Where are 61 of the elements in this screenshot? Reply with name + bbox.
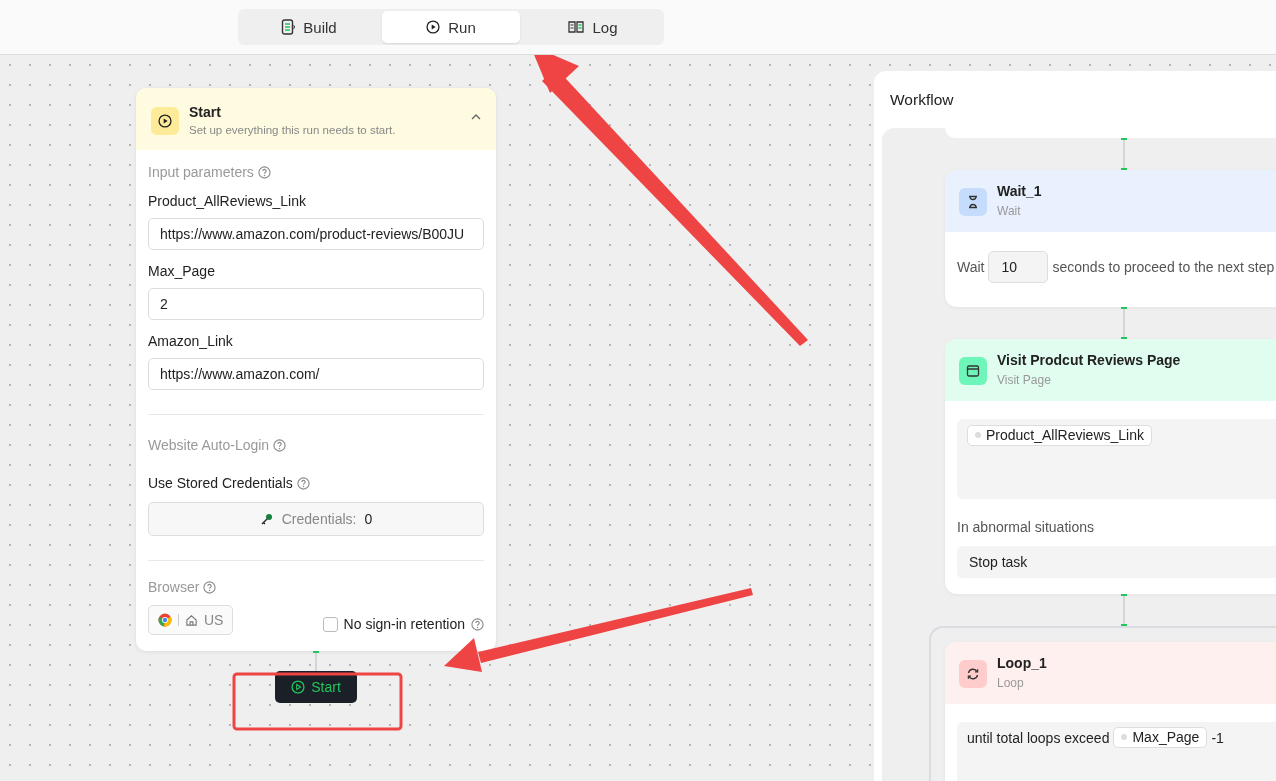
wait-label: Wait xyxy=(957,259,985,275)
variable-chip: Max_Page xyxy=(1113,727,1208,748)
node-type: Wait xyxy=(997,204,1022,218)
node-title: Visit Prodcut Reviews Page xyxy=(997,352,1181,368)
checkbox-label: No sign-in retention xyxy=(343,616,465,632)
section-label: Browser xyxy=(148,579,200,595)
refresh-icon xyxy=(966,667,980,681)
credentials-button[interactable]: Credentials: 0 xyxy=(148,502,484,536)
condition-text: -1 xyxy=(1211,730,1224,746)
parameter-label: Product_AllReviews_Link xyxy=(148,193,307,209)
node-type: Loop xyxy=(997,676,1025,690)
browser-logo-icon xyxy=(158,613,172,627)
input-field[interactable]: 2 xyxy=(148,288,484,320)
play-icon xyxy=(158,114,172,128)
wait-suffix: seconds to proceed to the next step xyxy=(1052,259,1275,275)
url-field[interactable]: Product_AllReviews_Link xyxy=(957,419,1276,499)
checkbox[interactable] xyxy=(322,616,338,632)
help-icon[interactable] xyxy=(257,165,271,179)
workflow-node[interactable]: Visit Prodcut Reviews Page Visit Page Product_AllReviews_Link In abnormal situations Stop task xyxy=(945,339,1276,594)
play-icon xyxy=(291,680,306,694)
card-title: Start xyxy=(189,104,222,120)
help-icon[interactable] xyxy=(471,617,484,631)
parameter-label: Amazon_Link xyxy=(148,333,234,349)
hourglass-icon xyxy=(966,195,980,209)
loop-condition-field[interactable]: until total loops exceed Max_Page -1 xyxy=(957,722,1276,781)
play-icon xyxy=(426,20,441,34)
node-title: Wait_1 xyxy=(997,183,1042,199)
key-icon xyxy=(259,512,274,526)
workflow-node[interactable]: Loop_1 Loop until total loops exceed Max_Page -1 xyxy=(945,642,1276,781)
section-label: Input parameters xyxy=(148,164,254,180)
connector-line xyxy=(1119,138,1129,170)
variable-chip: Product_AllReviews_Link xyxy=(967,425,1152,446)
browser-selector[interactable]: US xyxy=(148,605,234,635)
connector-line xyxy=(1119,594,1129,626)
panel-title: Workflow xyxy=(889,90,955,110)
document-icon xyxy=(281,19,296,35)
input-field[interactable]: https://www.amazon.com/ xyxy=(148,358,484,390)
connector-line xyxy=(1119,307,1129,339)
home-icon xyxy=(185,613,198,627)
help-icon[interactable] xyxy=(273,438,287,452)
input-field[interactable]: 10 xyxy=(988,251,1049,283)
chevron-icon[interactable] xyxy=(470,113,482,121)
section-label: Website Auto-Login xyxy=(148,437,270,453)
node-type: Visit Page xyxy=(997,373,1052,387)
option-label: Use Stored Credentials xyxy=(148,475,293,491)
book-icon xyxy=(568,20,585,34)
help-icon[interactable] xyxy=(203,580,217,594)
tab[interactable]: Build xyxy=(240,11,378,43)
help-icon[interactable] xyxy=(296,476,310,490)
tab[interactable]: Run xyxy=(382,11,520,43)
node-title: Loop_1 xyxy=(997,655,1047,671)
condition-text: until total loops exceed xyxy=(967,730,1110,746)
workflow-node[interactable]: Wait_1 Wait Wait 10 seconds to proceed to the next step xyxy=(945,170,1276,307)
card-subtitle: Set up everything this run needs to start. xyxy=(189,124,396,136)
field-label: In abnormal situations xyxy=(957,519,1095,535)
parameter-label: Max_Page xyxy=(148,263,216,279)
connector-line xyxy=(311,651,321,671)
input-field[interactable]: https://www.amazon.com/product-reviews/B00JU xyxy=(148,218,484,250)
tab[interactable]: Log xyxy=(524,11,662,43)
abnormal-action-select[interactable]: Stop task xyxy=(957,546,1276,578)
browser-window-icon xyxy=(966,364,980,378)
